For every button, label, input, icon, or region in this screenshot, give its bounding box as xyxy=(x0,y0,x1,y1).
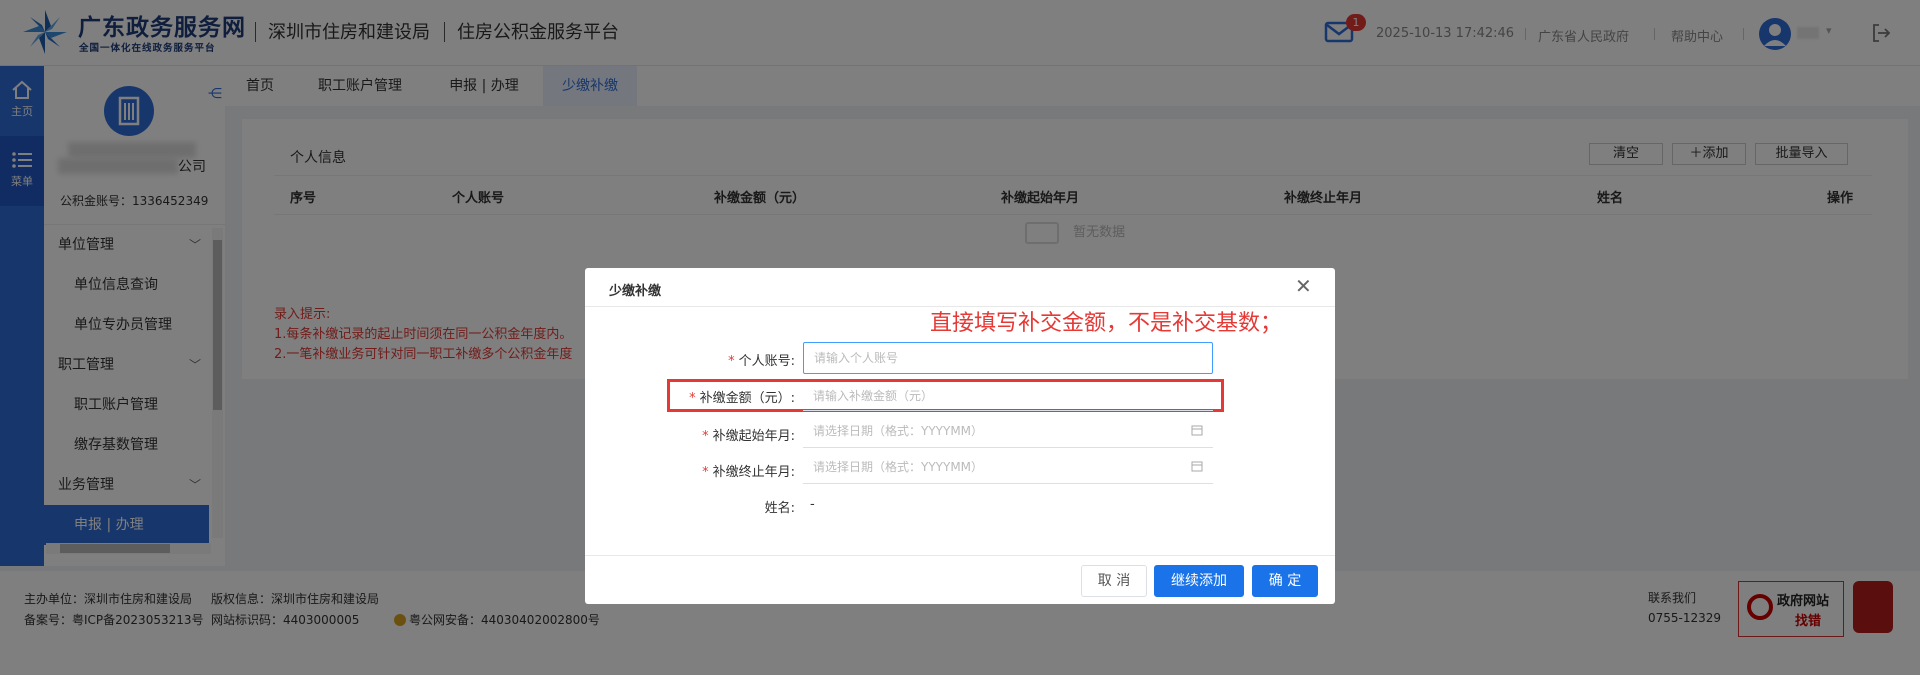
supplementary-payment-dialog: 少缴补缴 ✕ 直接填写补交金额，不是补交基数； * 个人账号: 请输入个人账号 *… xyxy=(585,268,1335,604)
start-date-label: * 补缴起始年月: xyxy=(585,425,795,444)
required-mark: * xyxy=(702,429,709,444)
continue-add-button[interactable]: 继续添加 xyxy=(1154,565,1244,597)
confirm-button[interactable]: 确 定 xyxy=(1252,565,1318,597)
required-mark: * xyxy=(689,391,696,406)
required-mark: * xyxy=(728,354,735,369)
amount-label: * 补缴金额（元）: xyxy=(585,387,795,406)
name-label: 姓名: xyxy=(764,501,795,516)
close-icon[interactable]: ✕ xyxy=(1295,274,1312,298)
label-text: 补缴金额（元）: xyxy=(699,391,795,406)
start-date-picker[interactable]: 请选择日期（格式：YYYYMM） xyxy=(803,416,1213,448)
dialog-divider xyxy=(585,555,1335,556)
cancel-button[interactable]: 取 消 xyxy=(1081,565,1147,597)
input-placeholder: 请输入个人账号 xyxy=(814,351,899,365)
end-date-picker[interactable]: 请选择日期（格式：YYYYMM） xyxy=(803,452,1213,484)
input-placeholder: 请选择日期（格式：YYYYMM） xyxy=(813,460,984,474)
label-text: 补缴起始年月: xyxy=(712,429,795,444)
account-input[interactable]: 请输入个人账号 xyxy=(803,342,1213,374)
calendar-icon xyxy=(1191,461,1203,472)
label-text: 个人账号: xyxy=(738,354,795,369)
input-placeholder: 请输入补缴金额（元） xyxy=(813,389,934,403)
label-text: 补缴终止年月: xyxy=(712,465,795,480)
end-date-label: * 补缴终止年月: xyxy=(585,461,795,480)
dialog-title: 少缴补缴 xyxy=(609,284,662,299)
calendar-icon xyxy=(1191,425,1203,436)
account-label: * 个人账号: xyxy=(585,350,795,369)
required-mark: * xyxy=(702,465,709,480)
input-placeholder: 请选择日期（格式：YYYYMM） xyxy=(813,424,984,438)
name-value: - xyxy=(810,497,815,512)
amount-input[interactable]: 请输入补缴金额（元） xyxy=(803,381,1213,411)
annotation-note: 直接填写补交金额，不是补交基数； xyxy=(930,311,1283,336)
